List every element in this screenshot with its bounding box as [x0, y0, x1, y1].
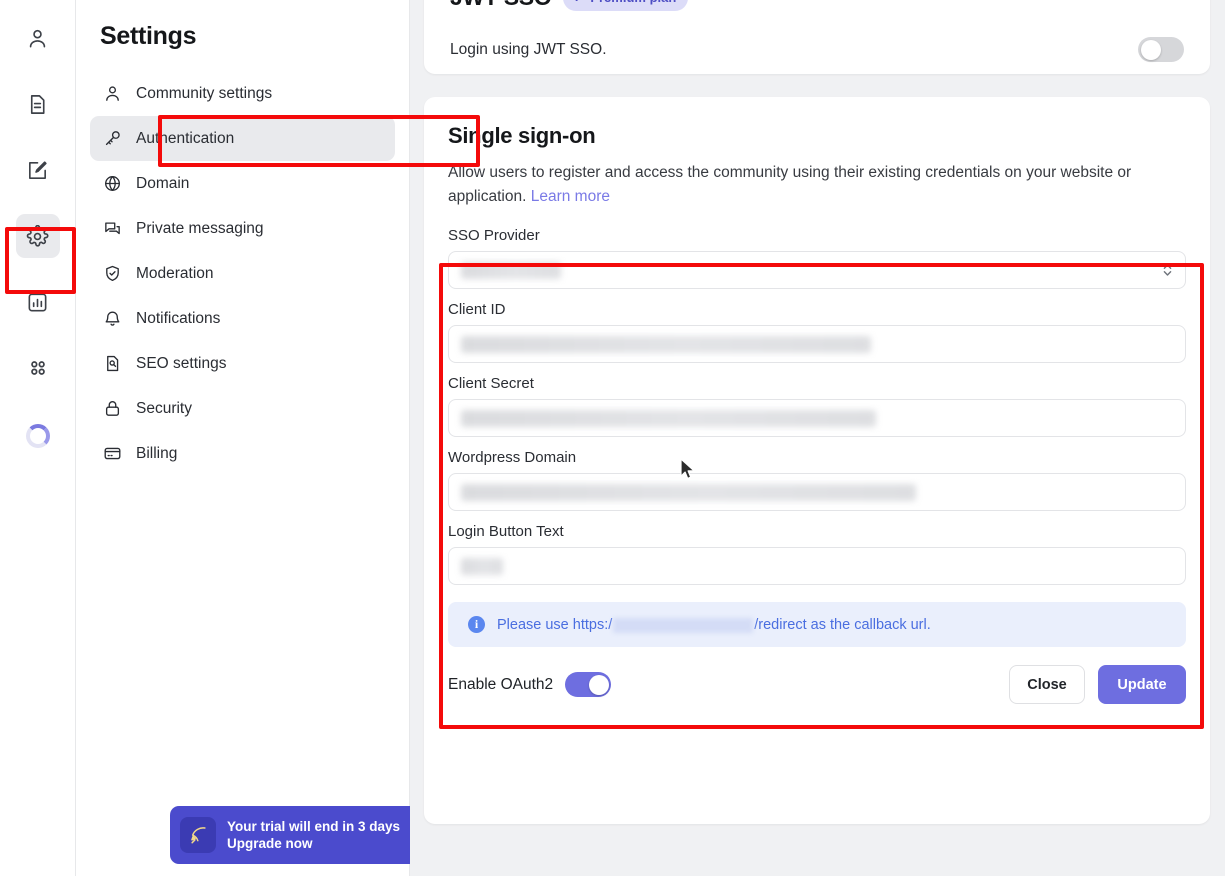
single-sign-on-title: Single sign-on	[448, 123, 596, 148]
settings-nav-list: Community settings Authentication Domain…	[76, 71, 409, 476]
trial-banner-text: Your trial will end in 3 days Upgrade no…	[227, 818, 400, 853]
field-label: Client ID	[448, 301, 506, 319]
key-icon	[102, 128, 123, 149]
sidebar-item-label: Domain	[136, 174, 190, 192]
sso-card-footer: Enable OAuth2 Close Update	[448, 665, 1186, 705]
oauth2-toggle[interactable]	[565, 672, 612, 698]
callback-url-text: Please use https:/ /redirect as the callb…	[497, 617, 931, 633]
sidebar-item-label: Security	[136, 399, 192, 417]
redacted-value	[461, 261, 561, 279]
wordpress-domain-input[interactable]	[448, 473, 1186, 512]
shield-check-icon	[102, 263, 123, 284]
app-root: Settings Community settings Authenticati…	[0, 0, 1225, 876]
redacted-value	[461, 409, 876, 427]
jwt-sso-toggle[interactable]	[1138, 37, 1184, 62]
sidebar-item-community-settings[interactable]: Community settings	[90, 71, 395, 116]
field-label: SSO Provider	[448, 227, 540, 245]
gear-icon[interactable]	[15, 214, 60, 258]
people-icon[interactable]	[16, 16, 60, 60]
field-label: Login Button Text	[448, 523, 564, 541]
document-icon[interactable]	[16, 82, 60, 126]
single-sign-on-card: Single sign-on Allow users to register a…	[424, 97, 1210, 824]
check-icon: ✓	[573, 0, 584, 6]
trial-banner-line1: Your trial will end in 3 days	[227, 818, 401, 834]
sidebar-item-label: Moderation	[136, 264, 214, 282]
bell-icon	[102, 308, 123, 329]
global-icon-rail	[0, 0, 76, 876]
settings-content-area: JWT SSO ✓ Premium plan Login using JWT S…	[410, 0, 1225, 876]
jwt-sso-toggle-row: Login using JWT SSO.	[450, 37, 1184, 62]
info-prefix: Please use https:/	[497, 616, 613, 633]
analytics-icon[interactable]	[16, 280, 60, 324]
sidebar-item-label: Private messaging	[136, 219, 264, 237]
field-wordpress-domain: Wordpress Domain	[448, 449, 1186, 512]
globe-icon	[102, 173, 123, 194]
credit-card-icon	[102, 443, 123, 464]
person-icon	[102, 83, 123, 104]
field-client-id: Client ID	[448, 301, 1186, 364]
sidebar-item-label: Community settings	[136, 84, 273, 102]
oauth2-label: Enable OAuth2	[448, 675, 554, 693]
sso-fields-group: SSO Provider Client ID Client Secret Wor…	[448, 227, 1186, 586]
badge-label: Premium plan	[590, 0, 676, 5]
field-sso-provider: SSO Provider	[448, 227, 1186, 290]
close-button[interactable]: Close	[1009, 665, 1085, 705]
client-secret-input[interactable]	[448, 399, 1186, 438]
sidebar-item-seo-settings[interactable]: SEO settings	[90, 341, 395, 386]
info-suffix: /redirect as the callback url.	[754, 616, 931, 633]
chat-bubbles-icon	[102, 218, 123, 239]
sidebar-item-label: Notifications	[136, 309, 221, 327]
jwt-sso-title: JWT SSO	[450, 0, 552, 11]
settings-sidebar: Settings Community settings Authenticati…	[76, 0, 480, 876]
field-login-button-text: Login Button Text	[448, 523, 1186, 586]
sidebar-item-notifications[interactable]: Notifications	[90, 296, 395, 341]
sso-provider-select[interactable]	[448, 251, 1186, 290]
single-sign-on-description: Allow users to register and access the c…	[448, 161, 1178, 208]
seo-page-icon	[102, 353, 123, 374]
toggle-knob	[1140, 39, 1161, 60]
redacted-value	[461, 557, 503, 575]
redacted-value	[461, 335, 871, 353]
sidebar-item-domain[interactable]: Domain	[90, 161, 395, 206]
sidebar-item-label: Billing	[136, 444, 178, 462]
oauth2-toggle-group: Enable OAuth2	[448, 672, 612, 698]
sidebar-item-security[interactable]: Security	[90, 386, 395, 431]
page-title: Settings	[100, 22, 197, 50]
jwt-sso-description: Login using JWT SSO.	[450, 40, 607, 58]
field-client-secret: Client Secret	[448, 375, 1186, 438]
sidebar-item-label: SEO settings	[136, 354, 227, 372]
update-button[interactable]: Update	[1098, 665, 1186, 705]
lock-icon	[102, 398, 123, 419]
sidebar-item-moderation[interactable]: Moderation	[90, 251, 395, 296]
toggle-knob	[588, 674, 609, 695]
loading-spinner-icon	[16, 412, 60, 456]
sidebar-item-private-messaging[interactable]: Private messaging	[90, 206, 395, 251]
sidebar-item-authentication[interactable]: Authentication	[90, 116, 395, 161]
learn-more-link[interactable]: Learn more	[531, 188, 610, 205]
sidebar-item-label: Authentication	[136, 129, 235, 147]
chevron-updown-icon	[1162, 262, 1173, 278]
status-badge: ✓ Premium plan	[563, 0, 689, 11]
jwt-sso-header: JWT SSO ✓ Premium plan	[450, 0, 1184, 11]
info-icon: i	[468, 616, 485, 634]
apps-grid-icon[interactable]	[16, 346, 60, 390]
login-button-text-input[interactable]	[448, 547, 1186, 586]
trial-banner-line2: Upgrade now	[227, 836, 313, 851]
field-label: Client Secret	[448, 375, 534, 393]
callback-url-info-bar: i Please use https:/ /redirect as the cal…	[448, 602, 1186, 648]
jwt-sso-card: JWT SSO ✓ Premium plan Login using JWT S…	[424, 0, 1210, 74]
client-id-input[interactable]	[448, 325, 1186, 364]
compose-icon[interactable]	[16, 148, 60, 192]
field-label: Wordpress Domain	[448, 449, 577, 467]
redacted-value	[461, 483, 916, 501]
sidebar-item-billing[interactable]: Billing	[90, 431, 395, 476]
footer-buttons: Close Update	[1009, 665, 1186, 705]
rocket-icon	[180, 817, 216, 853]
redacted-domain	[613, 617, 754, 633]
